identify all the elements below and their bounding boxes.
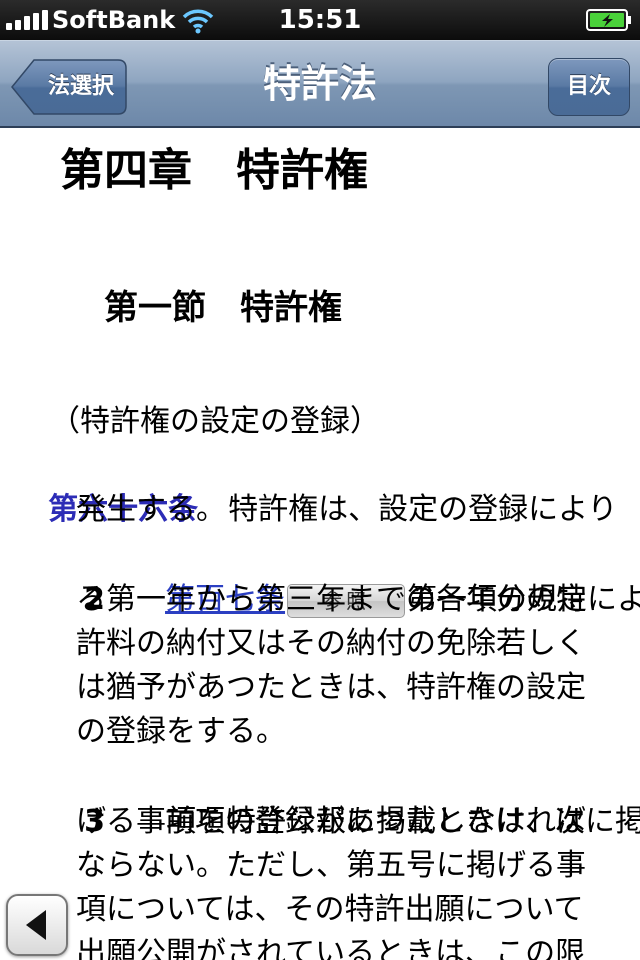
paragraph-text-line: げる事項を特許公報に掲載しなければ xyxy=(76,804,586,839)
paragraph-text-line: ならない。ただし、第五号に掲げる事 xyxy=(76,848,586,883)
law-text-content[interactable]: 第四章 特許権 第一節 特許権 （特許権の設定の登録） 第六十六条 特許権は、設… xyxy=(0,130,640,960)
back-arrow-icon xyxy=(26,910,46,940)
paragraph-text-line: の登録をする。 xyxy=(76,714,286,749)
navigation-bar: 特許法 法選択 目次 xyxy=(0,40,640,128)
article-text-line: 発生する。 xyxy=(76,492,226,527)
paragraph-text-line: 出願公開がされているときは、この限 xyxy=(76,936,586,960)
paragraph-text-line: 項については、その特許出願について xyxy=(76,892,584,927)
article-text: 特許権は、設定の登録により xyxy=(198,492,618,527)
section-heading: 第一節 特許権 xyxy=(104,288,342,328)
back-button-label: 法選択 xyxy=(47,74,114,99)
table-of-contents-button[interactable]: 目次 xyxy=(548,58,630,116)
chapter-heading: 第四章 特許権 xyxy=(60,145,368,196)
article-caption: （特許権の設定の登録） xyxy=(50,404,380,439)
battery-charging-icon xyxy=(586,9,631,31)
paragraph-text-line: る第一年から第三年までの各年分の特 xyxy=(76,582,586,617)
law-select-back-button[interactable]: 法選択 xyxy=(10,58,128,116)
paragraph-text-line: 許料の納付又はその納付の免除若しく xyxy=(76,626,586,661)
status-bar: SoftBank 15:51 xyxy=(0,0,640,40)
clock: 15:51 xyxy=(278,5,362,35)
previous-page-button[interactable] xyxy=(6,894,68,956)
paragraph-text-line: は猶予があつたときは、特許権の設定 xyxy=(76,670,586,705)
